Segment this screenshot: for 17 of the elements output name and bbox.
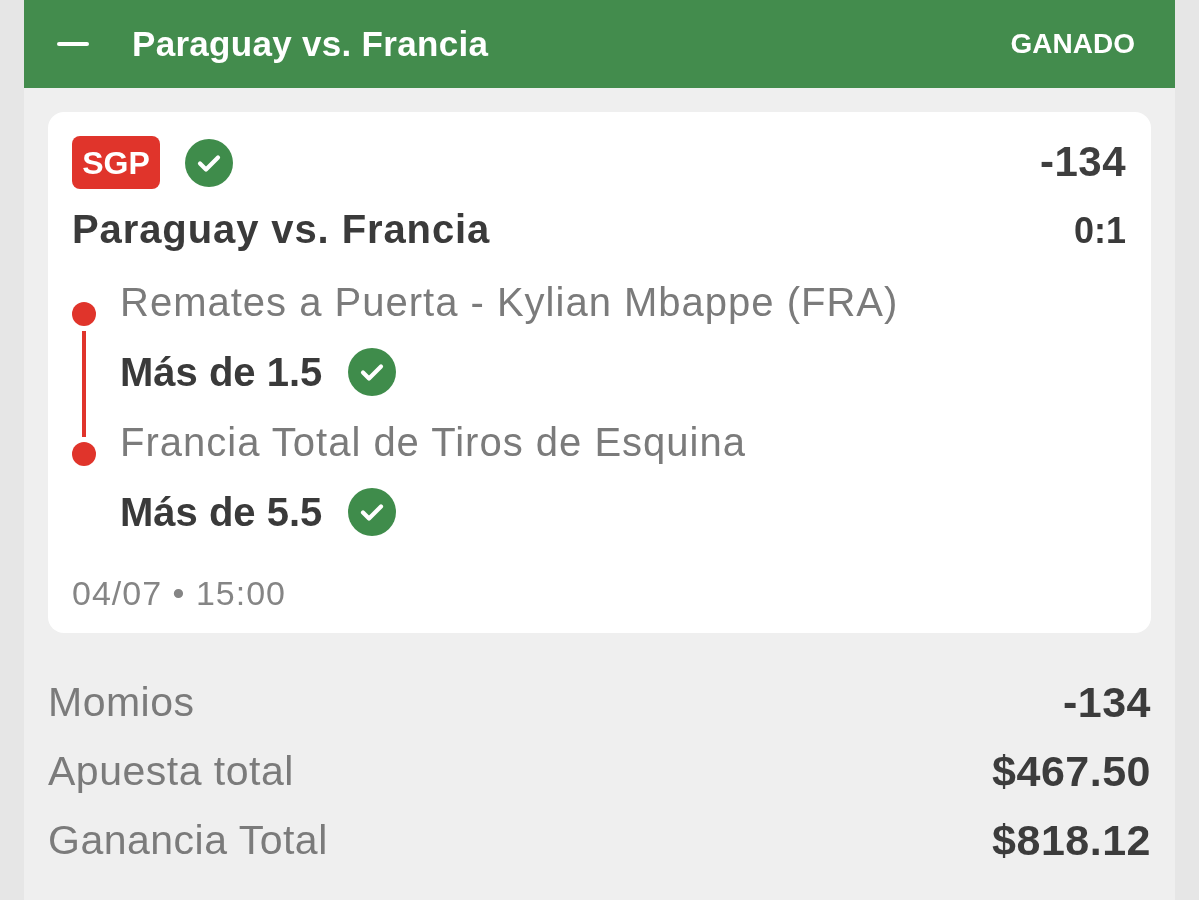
summary-value: -134 <box>1062 676 1151 728</box>
summary-label: Ganancia Total <box>48 815 328 865</box>
summary-label: Apuesta total <box>48 746 294 796</box>
bet-title: Paraguay vs. Francia <box>132 22 489 65</box>
event-name: Paraguay vs. Francia <box>72 206 491 253</box>
match-score: 0:1 <box>1073 209 1126 253</box>
leg-selection: Más de 1.5 <box>120 349 323 396</box>
leg-market: Remates a Puerta - Kylian Mbappe (FRA) <box>120 279 900 326</box>
event-datetime: 04/07 • 15:00 <box>72 573 287 614</box>
leg-selection: Más de 5.5 <box>120 489 323 536</box>
summary-value: $467.50 <box>992 745 1151 797</box>
bet-status: GANADO <box>1010 27 1135 61</box>
sgp-badge: SGP <box>72 136 160 189</box>
leg-market: Francia Total de Tiros de Esquina <box>120 419 747 466</box>
summary-value: $818.12 <box>992 814 1151 866</box>
summary-label: Momios <box>48 677 195 727</box>
bet-odds: -134 <box>1039 139 1126 186</box>
